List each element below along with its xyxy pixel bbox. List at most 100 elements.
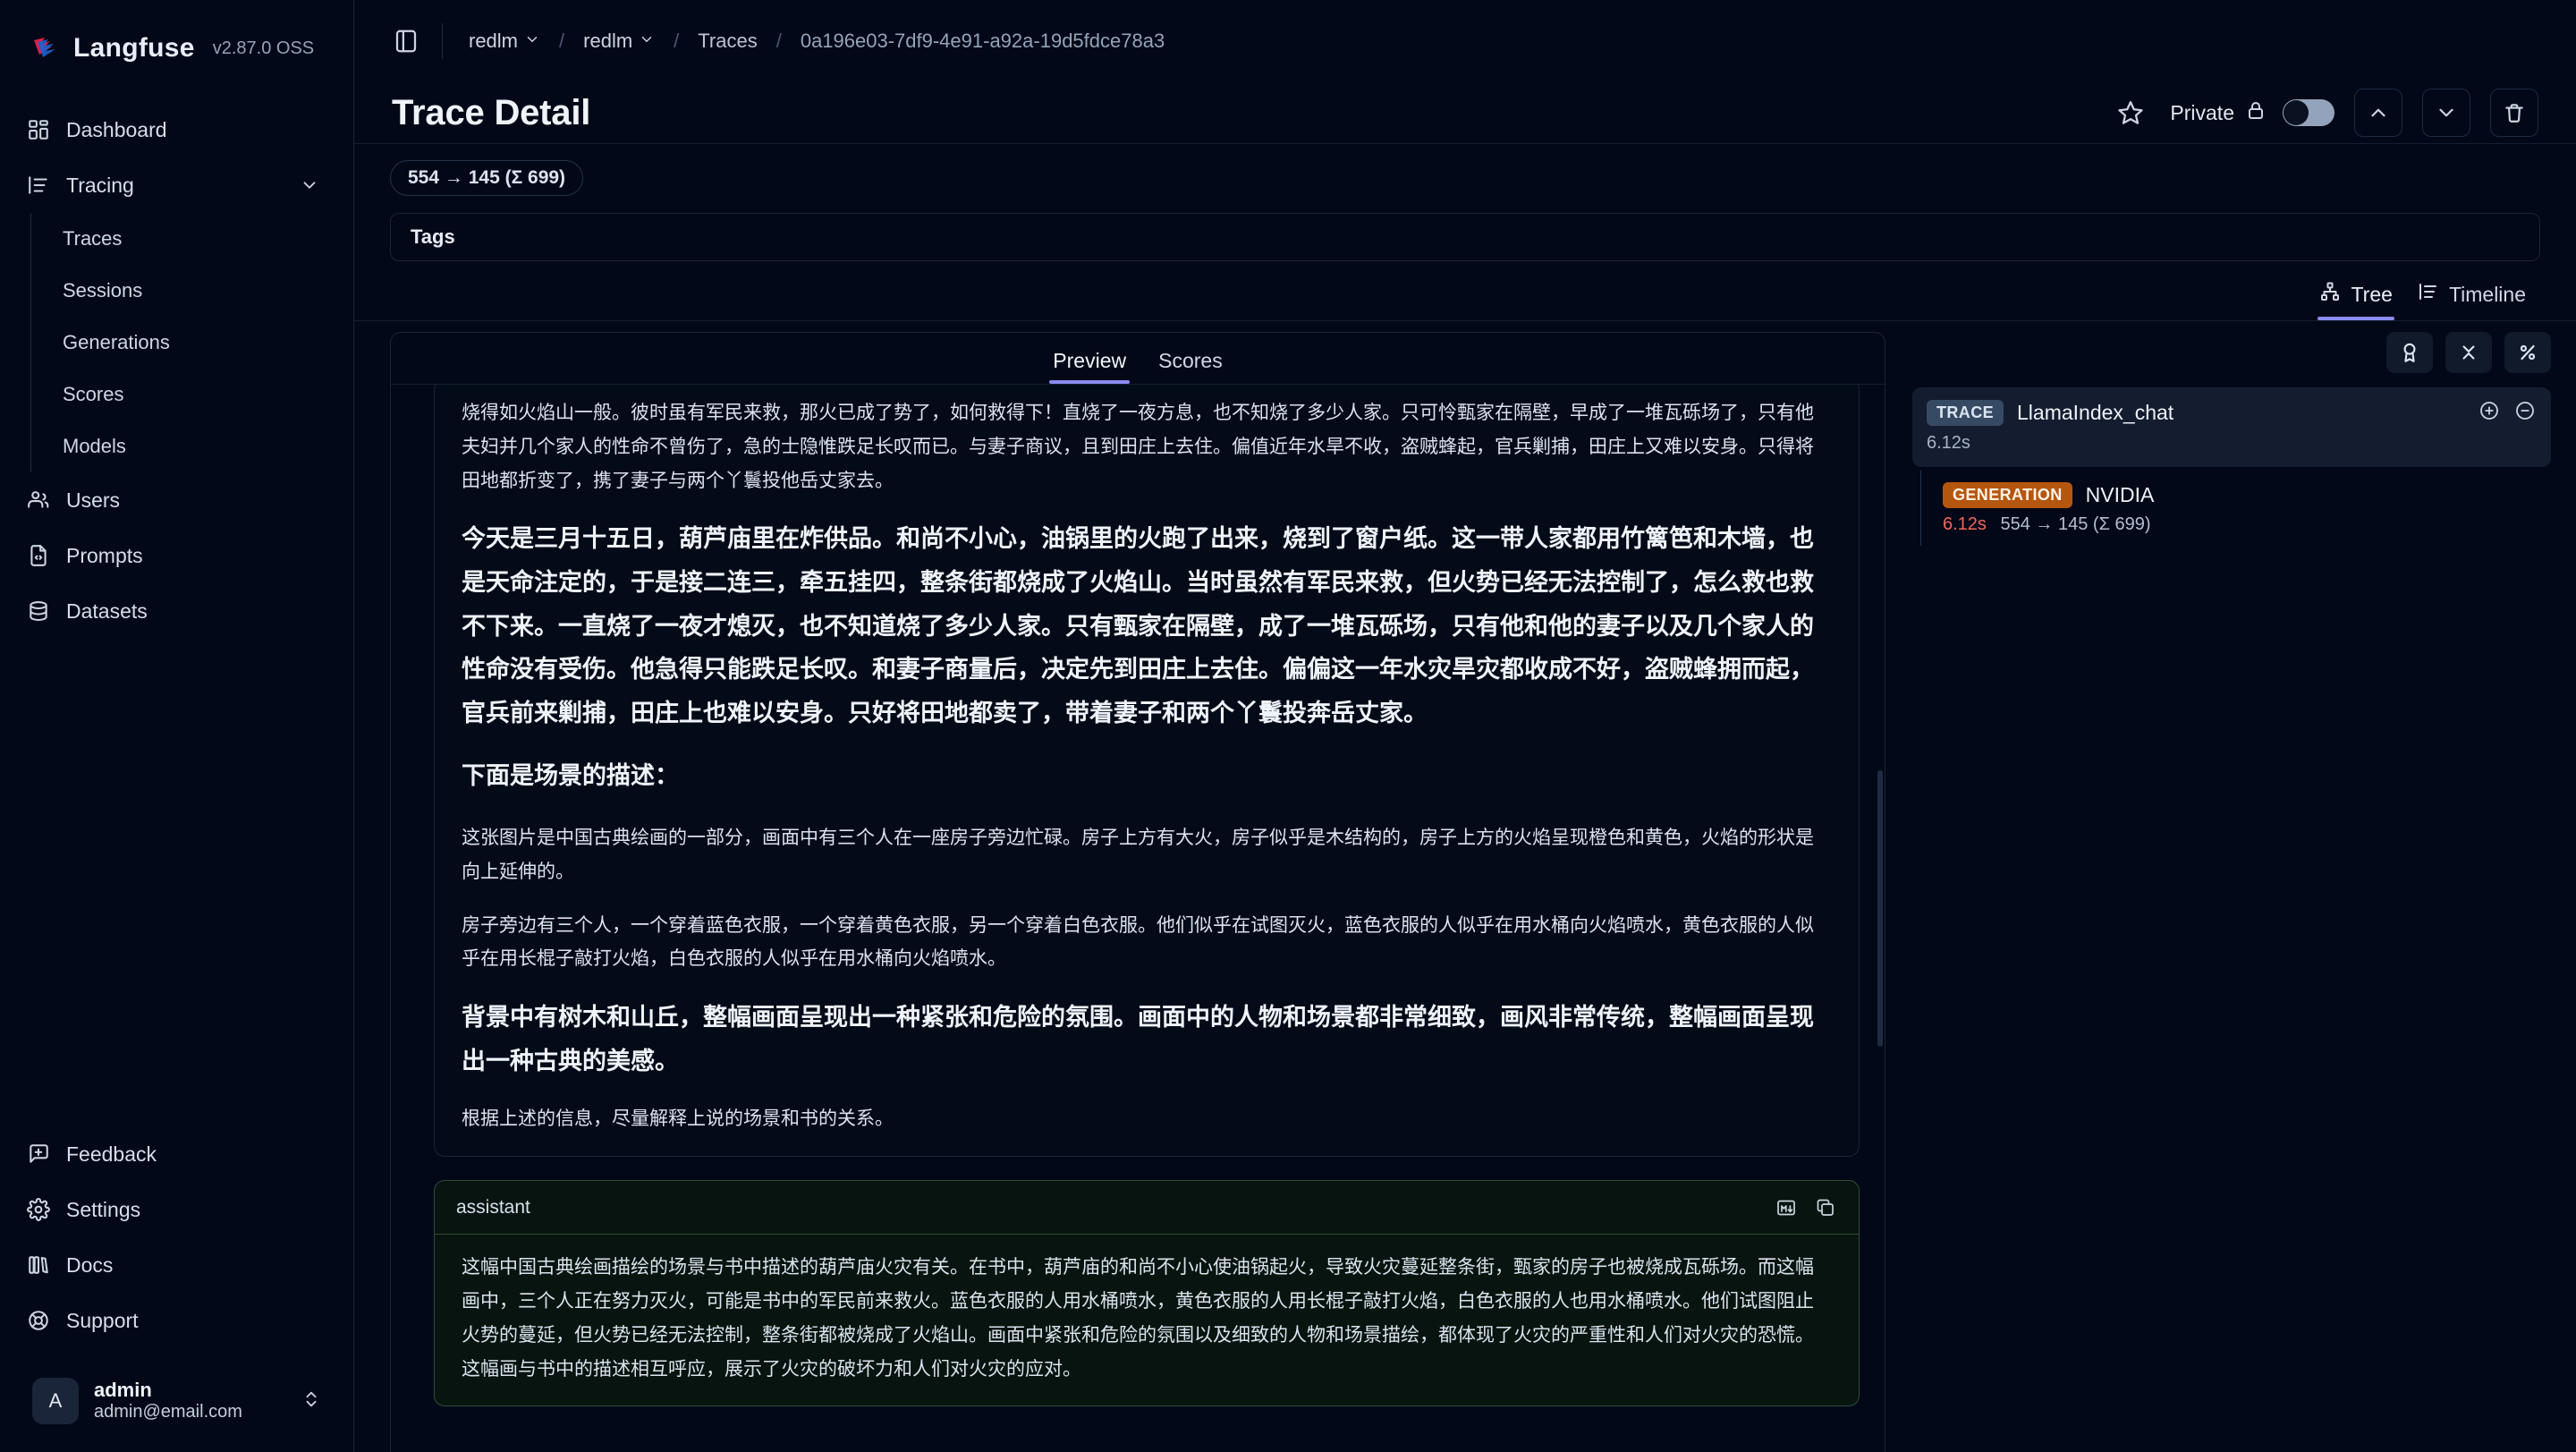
breadcrumb-project-select[interactable]: redlm bbox=[577, 25, 661, 57]
sidebar: Langfuse v2.87.0 OSS Dashboard Tracing T… bbox=[0, 0, 354, 1452]
toggle-knob bbox=[2284, 100, 2309, 125]
sidebar-item-label: Generations bbox=[63, 331, 170, 353]
tab-label: Timeline bbox=[2448, 282, 2526, 306]
trace-node-header: TRACE LlamaIndex_chat bbox=[1927, 399, 2537, 427]
markdown-icon[interactable] bbox=[1775, 1196, 1798, 1219]
tab-timeline[interactable]: Timeline bbox=[2405, 274, 2538, 320]
main-content: redlm / redlm / Traces / 0a196e03-7df9-4… bbox=[354, 0, 2576, 1452]
message-paragraph: 烧得如火焰山一般。彼时虽有军民来救，那火已成了势了，如何救得下！直烧了一夜方息，… bbox=[462, 403, 1814, 491]
topbar-divider bbox=[442, 23, 443, 59]
database-icon bbox=[27, 599, 50, 623]
privacy-label: Private bbox=[2170, 100, 2234, 124]
trace-child-node[interactable]: GENERATION NVIDIA 6.12s 554 → 145 (Σ 699… bbox=[1921, 471, 2551, 546]
page-header-actions: Private bbox=[2111, 89, 2538, 137]
sidebar-item-label: Tracing bbox=[66, 173, 134, 197]
plus-circle-icon[interactable] bbox=[2478, 399, 2501, 427]
tracing-list-icon bbox=[27, 174, 50, 197]
sidebar-item-prompts[interactable]: Prompts bbox=[0, 528, 353, 583]
sidebar-item-scores[interactable]: Scores bbox=[31, 369, 353, 420]
message-paragraph: 今天是三月十五日，葫芦庙里在炸供品。和尚不小心，油锅里的火跑了出来，烧到了窗户纸… bbox=[462, 525, 1814, 726]
previous-trace-button[interactable] bbox=[2354, 89, 2402, 137]
breadcrumb-org-select[interactable]: redlm bbox=[462, 25, 547, 57]
copy-icon[interactable] bbox=[1814, 1196, 1837, 1219]
tab-tree[interactable]: Tree bbox=[2307, 274, 2404, 320]
observation-meta: 6.12s 554 → 145 (Σ 699) bbox=[1943, 514, 2537, 535]
preview-scrollbar[interactable] bbox=[1877, 386, 1883, 1452]
chevron-down-icon bbox=[524, 30, 540, 53]
message-heading: 下面是场景的描述： bbox=[462, 762, 679, 790]
collapse-icon[interactable] bbox=[2445, 332, 2492, 373]
user-email: admin@email.com bbox=[94, 1402, 242, 1422]
sidebar-nav: Dashboard Tracing Traces Sessions Genera… bbox=[0, 102, 353, 639]
gear-icon bbox=[27, 1198, 50, 1221]
panel-left-icon[interactable] bbox=[386, 21, 426, 61]
tab-preview[interactable]: Preview bbox=[1037, 349, 1142, 384]
topbar: redlm / redlm / Traces / 0a196e03-7df9-4… bbox=[354, 0, 2576, 82]
chevron-down-icon bbox=[639, 30, 655, 53]
breadcrumb-traces-link[interactable]: Traces bbox=[691, 25, 763, 57]
sidebar-item-label: Traces bbox=[63, 227, 123, 250]
sidebar-item-feedback[interactable]: Feedback bbox=[0, 1126, 353, 1182]
timeline-icon bbox=[2418, 281, 2439, 308]
scrollbar-thumb[interactable] bbox=[1877, 769, 1883, 1048]
view-tabs: Tree Timeline bbox=[354, 261, 2576, 320]
chevron-down-icon[interactable] bbox=[300, 175, 319, 195]
delete-trace-button[interactable] bbox=[2490, 89, 2538, 137]
sidebar-item-dashboard[interactable]: Dashboard bbox=[0, 102, 353, 157]
percent-icon[interactable] bbox=[2504, 332, 2551, 373]
message-body: 烧得如火焰山一般。彼时虽有军民来救，那火已成了势了，如何救得下！直烧了一夜方息，… bbox=[435, 385, 1859, 1156]
sidebar-item-docs[interactable]: Docs bbox=[0, 1237, 353, 1293]
breadcrumb-label: redlm bbox=[469, 30, 519, 52]
trace-node-duration: 6.12s bbox=[1927, 433, 1970, 453]
breadcrumb-label: redlm bbox=[583, 30, 633, 52]
sidebar-item-label: Docs bbox=[66, 1252, 114, 1277]
preview-scroll-area[interactable]: 烧得如火焰山一般。彼时虽有军民来救，那火已成了势了，如何救得下！直烧了一夜方息，… bbox=[391, 385, 1885, 1452]
sidebar-item-label: Datasets bbox=[66, 599, 148, 623]
trace-root-node[interactable]: TRACE LlamaIndex_chat 6.12s bbox=[1912, 387, 2551, 467]
page-title: Trace Detail bbox=[392, 92, 591, 132]
message-paragraph: 背景中有树木和山丘，整幅画面呈现出一种紧张和危险的氛围。画面中的人物和场景都非常… bbox=[462, 1004, 1814, 1074]
sidebar-item-sessions[interactable]: Sessions bbox=[31, 265, 353, 317]
message-role-label: assistant bbox=[456, 1196, 530, 1218]
sidebar-subnav-tracing: Traces Sessions Generations Scores Model… bbox=[30, 213, 353, 472]
sidebar-item-tracing[interactable]: Tracing bbox=[0, 157, 353, 213]
award-icon[interactable] bbox=[2386, 332, 2433, 373]
sidebar-item-traces[interactable]: Traces bbox=[31, 213, 353, 265]
breadcrumb: redlm / redlm / Traces / 0a196e03-7df9-4… bbox=[462, 25, 1171, 57]
sidebar-item-users[interactable]: Users bbox=[0, 472, 353, 528]
sidebar-item-settings[interactable]: Settings bbox=[0, 1182, 353, 1237]
tree-icon bbox=[2319, 281, 2341, 308]
sidebar-item-label: Support bbox=[66, 1308, 139, 1332]
lifebuoy-icon bbox=[27, 1309, 50, 1332]
tab-scores[interactable]: Scores bbox=[1142, 349, 1239, 384]
sidebar-item-generations[interactable]: Generations bbox=[31, 317, 353, 369]
avatar: A bbox=[32, 1378, 79, 1424]
chevrons-up-down-icon[interactable] bbox=[301, 1388, 321, 1415]
sidebar-item-label: Dashboard bbox=[66, 117, 167, 141]
sidebar-item-label: Settings bbox=[66, 1197, 141, 1221]
app-root: Langfuse v2.87.0 OSS Dashboard Tracing T… bbox=[0, 0, 2576, 1452]
token-usage-badge: 554 → 145 (Σ 699) bbox=[390, 160, 584, 196]
sidebar-bottom: Feedback Settings Docs Support A admin a… bbox=[0, 1126, 353, 1452]
observation-tokens: 554 → 145 (Σ 699) bbox=[2000, 514, 2151, 534]
brand-name: Langfuse bbox=[73, 33, 195, 63]
sidebar-item-support[interactable]: Support bbox=[0, 1293, 353, 1348]
sidebar-item-datasets[interactable]: Datasets bbox=[0, 583, 353, 639]
message-paragraph: 这幅中国古典绘画描绘的场景与书中描述的葫芦庙火灾有关。在书中，葫芦庙的和尚不小心… bbox=[462, 1257, 1814, 1380]
tree-toolbar bbox=[1912, 332, 2551, 373]
user-account-switcher[interactable]: A admin admin@email.com bbox=[23, 1370, 330, 1432]
next-trace-button[interactable] bbox=[2422, 89, 2470, 137]
breadcrumb-separator: / bbox=[559, 30, 565, 52]
tags-bar[interactable]: Tags bbox=[390, 213, 2540, 261]
trace-meta-row: 554 → 145 (Σ 699) bbox=[354, 144, 2576, 196]
message-role-header: assistant bbox=[435, 1181, 1859, 1235]
users-icon bbox=[27, 488, 50, 512]
observation-duration: 6.12s bbox=[1943, 514, 1987, 534]
page-header: Trace Detail Private bbox=[354, 82, 2576, 143]
sidebar-item-models[interactable]: Models bbox=[31, 420, 353, 472]
brand[interactable]: Langfuse v2.87.0 OSS bbox=[0, 0, 353, 70]
privacy-toggle[interactable] bbox=[2283, 99, 2334, 126]
minus-circle-icon[interactable] bbox=[2513, 399, 2537, 427]
breadcrumb-separator: / bbox=[674, 30, 680, 52]
star-icon[interactable] bbox=[2111, 93, 2150, 132]
